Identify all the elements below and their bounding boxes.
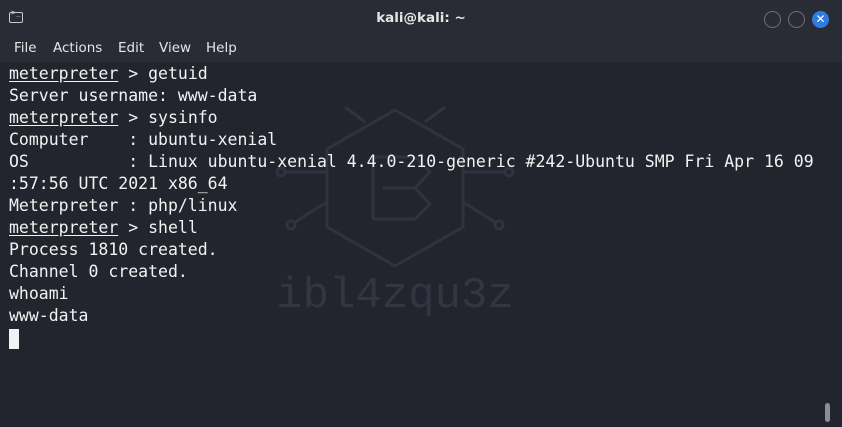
menu-actions[interactable]: Actions xyxy=(53,40,102,56)
menu-help[interactable]: Help xyxy=(206,40,237,56)
title-bar[interactable]: >_ kali@kali: ~ ✕ xyxy=(0,0,842,38)
menu-view[interactable]: View xyxy=(159,40,191,56)
terminal-line: www-data xyxy=(9,306,89,325)
command-text: > getuid xyxy=(118,64,208,83)
prompt-label: meterpreter xyxy=(9,64,119,83)
text-cursor xyxy=(9,329,19,349)
terminal-line: OS : Linux ubuntu-xenial 4.4.0-210-gener… xyxy=(9,152,814,171)
menu-edit[interactable]: Edit xyxy=(118,40,144,56)
close-icon: ✕ xyxy=(815,12,826,26)
command-text: > sysinfo xyxy=(118,108,218,127)
menu-bar: File Actions Edit View Help xyxy=(0,38,842,62)
terminal-line: Meterpreter : php/linux xyxy=(9,196,238,215)
terminal-line: meterpreter > getuid xyxy=(9,63,208,85)
menu-file[interactable]: File xyxy=(14,40,37,56)
terminal-line: Process 1810 created. xyxy=(9,240,218,259)
close-button[interactable]: ✕ xyxy=(812,11,829,28)
watermark-text: ibl4zqu3z xyxy=(276,271,514,317)
prompt-label: meterpreter xyxy=(9,218,119,237)
scrollbar-thumb[interactable] xyxy=(825,403,830,422)
terminal-line: whoami xyxy=(9,284,69,303)
terminal-line: meterpreter > sysinfo xyxy=(9,107,218,129)
terminal-line: Channel 0 created. xyxy=(9,262,188,281)
command-text: > shell xyxy=(118,218,198,237)
terminal-line: Computer : ubuntu-xenial xyxy=(9,130,278,149)
terminal-line: meterpreter > shell xyxy=(9,217,198,239)
minimize-button[interactable] xyxy=(764,11,781,28)
maximize-button[interactable] xyxy=(788,11,805,28)
watermark-logo-icon: ibl4zqu3z xyxy=(275,105,515,317)
terminal-output[interactable]: ibl4zqu3z meterpreter > getuid Server us… xyxy=(0,62,842,427)
prompt-label: meterpreter xyxy=(9,108,119,127)
terminal-line: :57:56 UTC 2021 x86_64 xyxy=(9,174,228,193)
terminal-window: >_ kali@kali: ~ ✕ File Actions Edit View… xyxy=(0,0,842,427)
terminal-line: Server username: www-data xyxy=(9,86,258,105)
window-title: kali@kali: ~ xyxy=(376,10,466,26)
